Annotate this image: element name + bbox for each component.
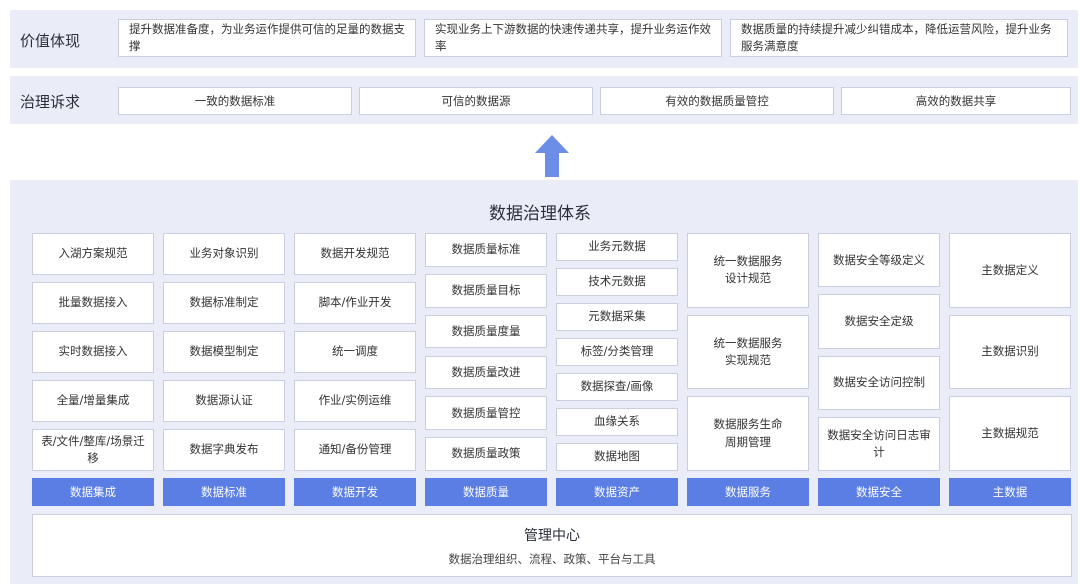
system-cell: 数据服务生命 周期管理 [687,396,809,471]
system-cell: 血缘关系 [556,408,678,436]
system-title: 数据治理体系 [489,204,591,224]
system-cell: 数据开发规范 [294,233,416,275]
column-footer: 数据安全 [818,478,940,506]
column-footer: 数据标准 [163,478,285,506]
system-cell: 统一数据服务 设计规范 [687,233,809,308]
system-cell: 数据源认证 [163,380,285,422]
system-cell: 数据质量管控 [425,396,547,431]
system-cell: 元数据采集 [556,303,678,331]
system-cell: 统一调度 [294,331,416,373]
column-footer: 数据服务 [687,478,809,506]
column-footer: 主数据 [949,478,1071,506]
value-item: 提升数据准备度，为业务运作提供可信的足量的数据支撑 [118,19,416,57]
column-footer: 数据质量 [425,478,547,506]
system-cell: 数据标准制定 [163,282,285,324]
management-center-subtitle: 数据治理组织、流程、政策、平台与工具 [448,552,656,566]
system-cell: 脚本/作业开发 [294,282,416,324]
system-cell: 作业/实例运维 [294,380,416,422]
system-cell: 主数据定义 [949,233,1071,308]
system-cell: 数据安全等级定义 [818,233,940,288]
value-row-label: 价值体现 [20,32,81,50]
system-cell: 批量数据接入 [32,282,154,324]
system-cell: 数据安全定级 [818,294,940,349]
system-cell: 数据模型制定 [163,331,285,373]
value-item: 数据质量的持续提升减少纠错成本，降低运营风险，提升业务服务满意度 [730,19,1068,57]
system-cell: 表/文件/整库/场景迁移 [32,429,154,471]
column-footer: 数据资产 [556,478,678,506]
management-center: 管理中心 数据治理组织、流程、政策、平台与工具 [32,514,1072,577]
system-cell: 数据安全访问日志审计 [818,416,940,471]
system-cell: 数据质量改进 [425,355,547,390]
column-footer: 数据开发 [294,478,416,506]
column-footer: 数据集成 [32,478,154,506]
demand-item: 高效的数据共享 [841,87,1071,115]
system-cell: 全量/增量集成 [32,380,154,422]
system-cell: 通知/备份管理 [294,429,416,471]
demand-item: 有效的数据质量管控 [600,87,834,115]
system-cell: 主数据规范 [949,396,1071,471]
system-cell: 技术元数据 [556,268,678,296]
demand-item: 一致的数据标准 [118,87,352,115]
system-cell: 业务元数据 [556,233,678,261]
management-center-title: 管理中心 [524,528,580,544]
system-cell: 业务对象识别 [163,233,285,275]
system-cell: 标签/分类管理 [556,338,678,366]
up-arrow-icon [535,135,569,177]
value-item: 实现业务上下游数据的快速传递共享，提升业务运作效率 [424,19,722,57]
system-cell: 数据质量政策 [425,437,547,471]
system-cell: 数据安全访问控制 [818,355,940,410]
demand-row-label: 治理诉求 [20,93,81,111]
system-cell: 数据地图 [556,443,678,471]
system-cell: 数据质量目标 [425,273,547,308]
system-cell: 数据质量标准 [425,233,547,267]
system-cell: 主数据识别 [949,314,1071,390]
system-cell: 入湖方案规范 [32,233,154,275]
system-cell: 实时数据接入 [32,331,154,373]
system-cell: 数据探查/画像 [556,373,678,401]
system-cell: 统一数据服务 实现规范 [687,314,809,390]
demand-item: 可信的数据源 [359,87,593,115]
system-cell: 数据字典发布 [163,429,285,471]
system-cell: 数据质量度量 [425,314,547,349]
